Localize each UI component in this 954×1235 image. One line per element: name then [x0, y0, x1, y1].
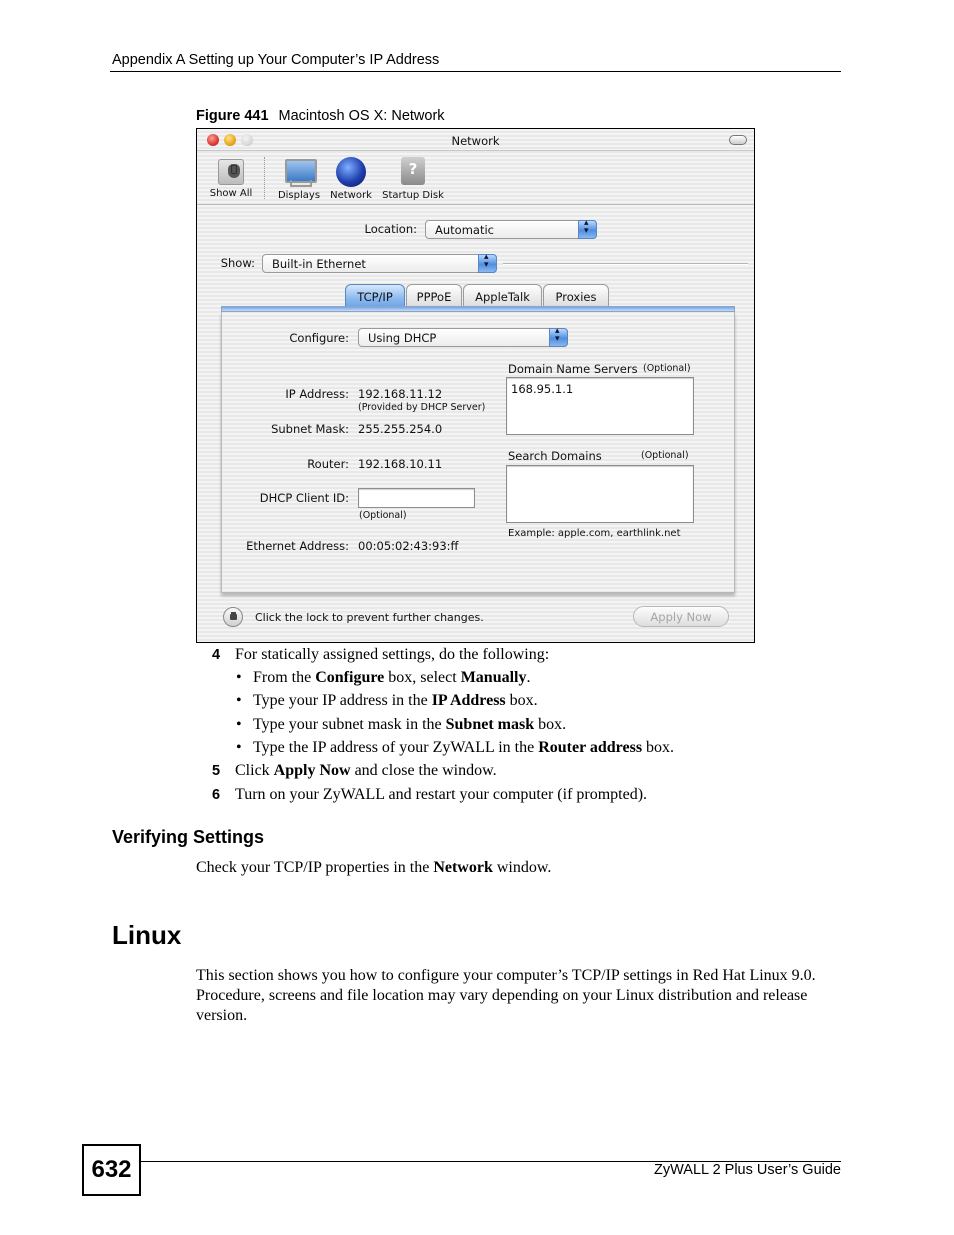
bullet-text: From the	[253, 669, 316, 686]
ethernet-address-value: 00:05:02:43:93:ff	[358, 539, 459, 553]
dns-textarea[interactable]: 168.95.1.1	[506, 377, 694, 435]
step-text: For statically assigned settings, do the…	[235, 646, 550, 663]
subnet-mask-label: Subnet Mask:	[271, 422, 349, 436]
show-all-icon	[218, 159, 244, 185]
configure-label: Configure:	[289, 331, 349, 345]
location-label: Location:	[364, 222, 417, 236]
dhcp-client-id-note: (Optional)	[359, 510, 407, 521]
toolbar-separator	[264, 157, 265, 199]
search-domains-label: Search Domains	[508, 449, 602, 463]
network-window: Network Show All Displays Network Startu…	[196, 128, 755, 643]
ip-address-note: (Provided by DHCP Server)	[358, 402, 486, 413]
bullet-item: • Type your subnet mask in the Subnet mas…	[236, 716, 567, 733]
bullet-item: • From the Configure box, select Manually…	[236, 669, 531, 686]
hard-disk-icon	[398, 157, 428, 187]
location-value: Automatic	[435, 223, 494, 237]
popup-arrows-icon	[478, 252, 497, 273]
step-number: 6	[212, 787, 221, 803]
bullet-text: box, select	[384, 669, 461, 686]
location-popup[interactable]: Automatic	[425, 218, 597, 239]
globe-icon	[336, 157, 366, 187]
dhcp-client-id-input[interactable]	[358, 488, 475, 508]
header-rule	[110, 71, 841, 72]
tab-tcpip[interactable]: TCP/IP	[345, 284, 405, 307]
dns-optional: (Optional)	[643, 363, 691, 374]
figure-label: Figure 441	[196, 108, 269, 124]
tab-pppoe[interactable]: PPPoE	[406, 284, 462, 307]
ip-address-value: 192.168.11.12	[358, 387, 443, 401]
bullet-text: box.	[642, 739, 675, 756]
step-number: 4	[212, 647, 221, 663]
verifying-paragraph: Check your TCP/IP properties in the Netw…	[196, 859, 551, 877]
bullet-bold: Subnet mask	[445, 716, 535, 733]
toolbar-label: Displays	[277, 190, 321, 201]
paragraph-bold: Network	[433, 859, 493, 876]
title-bar[interactable]: Network	[197, 129, 754, 151]
bullet-text: box.	[534, 716, 567, 733]
bullet-text: box.	[505, 692, 538, 709]
running-header: Appendix A Setting up Your Computer’s IP…	[112, 52, 440, 68]
guide-title: ZyWALL 2 Plus User’s Guide	[654, 1162, 841, 1178]
bullet-text: Type your subnet mask in the	[253, 716, 446, 733]
step-text: Turn on your ZyWALL and restart your com…	[235, 786, 648, 803]
bullet-text: Type your IP address in the	[253, 692, 432, 709]
toolbar-startup-disk[interactable]: Startup Disk	[379, 157, 447, 201]
paragraph-text: window.	[492, 859, 552, 876]
search-domains-example: Example: apple.com, earthlink.net	[508, 528, 681, 539]
subnet-mask-value: 255.255.254.0	[358, 422, 443, 436]
apply-now-button[interactable]: Apply Now	[633, 606, 729, 627]
show-value: Built-in Ethernet	[272, 257, 366, 271]
show-label: Show:	[220, 256, 255, 270]
toolbar: Show All Displays Network Startup Disk	[197, 151, 754, 205]
lock-icon[interactable]	[223, 607, 243, 627]
bullet-item: • Type the IP address of your ZyWALL in t…	[236, 739, 675, 756]
tab-appletalk[interactable]: AppleTalk	[463, 284, 542, 307]
paragraph-text: Check your TCP/IP properties in the	[196, 859, 434, 876]
search-domains-optional: (Optional)	[641, 450, 689, 461]
bullet-item: • Type your IP address in the IP Address …	[236, 692, 538, 709]
bullet-text: Type the IP address of your ZyWALL in th…	[253, 739, 539, 756]
bullet-text: .	[526, 669, 531, 686]
dns-label: Domain Name Servers	[508, 362, 638, 376]
linux-paragraph: This section shows you how to configure …	[196, 967, 816, 1024]
ethernet-address-label: Ethernet Address:	[246, 539, 349, 553]
step-number: 5	[212, 763, 221, 779]
step-text-part: Click	[235, 762, 274, 779]
toolbar-label: Network	[330, 190, 372, 201]
bullet-bold: Router address	[538, 739, 643, 756]
step-text-part: and close the window.	[350, 762, 497, 779]
router-label: Router:	[307, 457, 349, 471]
toolbar-show-all[interactable]: Show All	[205, 157, 257, 199]
linux-heading: Linux	[112, 920, 182, 950]
figure-title: Macintosh OS X: Network	[278, 108, 445, 124]
page-number: 632	[82, 1144, 141, 1196]
configure-value: Using DHCP	[368, 331, 437, 345]
window-title: Network	[451, 134, 500, 148]
toolbar-label: Show All	[209, 188, 253, 199]
bullet-bold: Manually	[460, 669, 527, 686]
dhcp-client-id-label: DHCP Client ID:	[259, 491, 349, 505]
toolbar-toggle-button[interactable]	[729, 135, 747, 145]
lock-text: Click the lock to prevent further change…	[255, 611, 484, 624]
toolbar-displays[interactable]: Displays	[273, 157, 325, 201]
bullet-bold: Configure	[315, 669, 385, 686]
toolbar-label: Startup Disk	[382, 190, 444, 201]
toolbar-network[interactable]: Network	[325, 157, 377, 201]
figure-caption: Figure 441 Macintosh OS X: Network	[196, 108, 445, 124]
show-popup[interactable]: Built-in Ethernet	[262, 252, 497, 273]
divider	[503, 263, 748, 265]
router-value: 192.168.10.11	[358, 457, 443, 471]
popup-arrows-icon	[549, 326, 568, 347]
configure-popup[interactable]: Using DHCP	[358, 326, 568, 347]
popup-arrows-icon	[578, 218, 597, 239]
step-text: Click Apply Now and close the window.	[235, 762, 497, 780]
bullet-bold: IP Address	[431, 692, 506, 709]
step-bold: Apply Now	[273, 762, 351, 779]
search-domains-textarea[interactable]	[506, 465, 694, 523]
verifying-heading: Verifying Settings	[112, 827, 265, 847]
ip-address-label: IP Address:	[285, 387, 349, 401]
tab-proxies[interactable]: Proxies	[543, 284, 609, 307]
display-icon	[284, 157, 317, 187]
